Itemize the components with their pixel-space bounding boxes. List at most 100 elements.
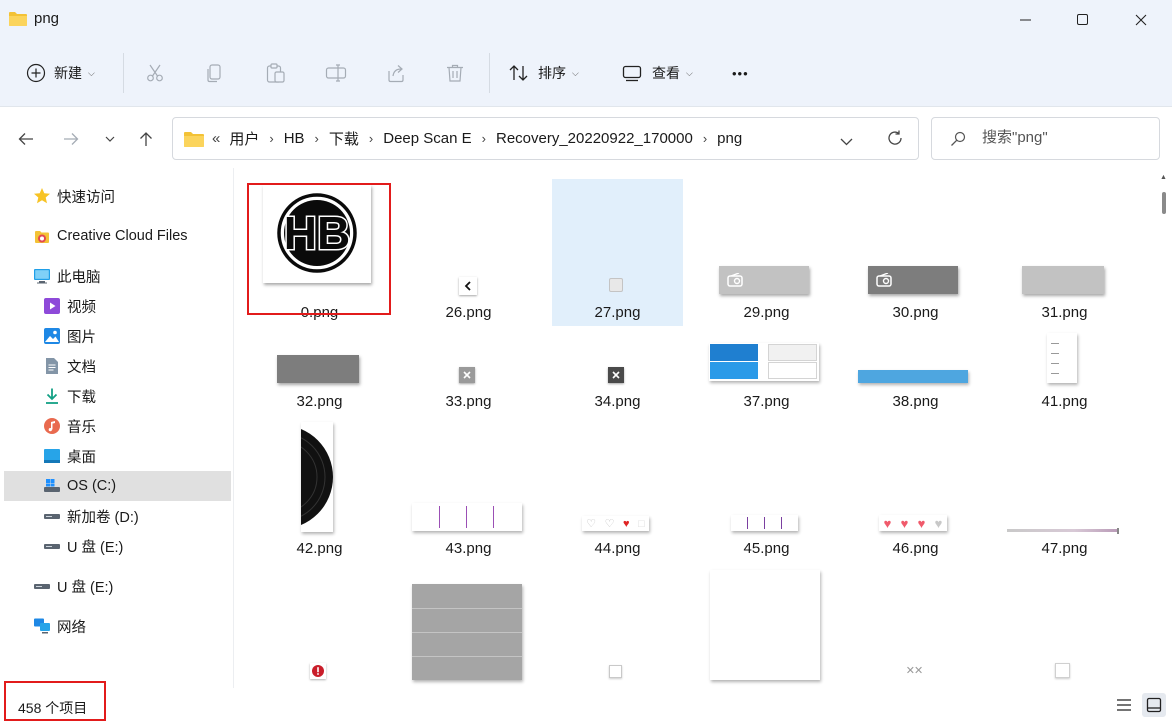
file-tile[interactable] (701, 566, 832, 688)
sidebar-item-videos[interactable]: 视频 (43, 291, 96, 321)
breadcrumb-item[interactable]: Deep Scan E (383, 130, 471, 147)
new-button[interactable]: 新建 ⌵ (26, 58, 95, 88)
sidebar-item-usb-e-root[interactable]: U 盘 (E:) (33, 571, 113, 601)
sidebar-item-downloads[interactable]: 下载 (43, 381, 96, 411)
large-icons-view-button[interactable] (1142, 693, 1166, 717)
cut-button[interactable] (145, 58, 165, 88)
chevron-down-icon (840, 138, 853, 146)
up-button[interactable] (132, 125, 160, 153)
file-tile[interactable]: 26.png (403, 179, 534, 321)
breadcrumb-item[interactable]: Recovery_20220922_170000 (496, 130, 693, 147)
rename-button[interactable] (325, 58, 347, 88)
sidebar-item-creative-cloud[interactable]: Creative Cloud Files (33, 221, 188, 251)
breadcrumb-item[interactable]: 用户 (229, 128, 259, 149)
file-tile[interactable]: 37.png (701, 328, 832, 418)
file-tile[interactable]: ♡ ♡ ♥ □ 44.png (552, 418, 683, 563)
sidebar-item-usb-e[interactable]: U 盘 (E:) (43, 531, 123, 561)
delete-button[interactable] (445, 58, 465, 88)
desktop-icon (43, 447, 61, 465)
share-button[interactable] (385, 58, 407, 88)
scrollbar-thumb[interactable] (1162, 192, 1166, 214)
file-tile[interactable]: 33.png (403, 328, 534, 418)
recent-locations-button[interactable] (96, 125, 124, 153)
more-options-button[interactable]: ••• (732, 58, 749, 88)
image-preview (1055, 663, 1070, 678)
minimize-button[interactable] (998, 0, 1054, 40)
chevron-right-icon[interactable]: › (269, 131, 273, 146)
plus-circle-icon (26, 63, 46, 83)
view-button[interactable]: 查看 ⌵ (622, 58, 693, 88)
file-name: 43.png (445, 540, 492, 557)
close-button[interactable] (1113, 0, 1169, 40)
image-preview (709, 343, 819, 381)
file-tile[interactable]: ✕✕ (850, 566, 981, 688)
breadcrumb-item[interactable]: png (717, 130, 742, 147)
copy-button[interactable] (205, 58, 225, 88)
file-name: 38.png (892, 393, 939, 410)
sidebar-item-os-c[interactable]: OS (C:) (4, 471, 231, 501)
breadcrumb-overflow[interactable]: « (212, 130, 220, 147)
file-tile[interactable]: 29.png (701, 179, 832, 321)
breadcrumb-item[interactable]: 下载 (329, 128, 359, 149)
file-tile[interactable] (552, 566, 683, 688)
file-tile[interactable]: 42.png (254, 418, 385, 563)
file-tile[interactable] (999, 566, 1130, 688)
search-box[interactable] (931, 117, 1160, 160)
vertical-scrollbar[interactable]: ▲ (1156, 168, 1172, 688)
chevron-right-icon[interactable]: › (315, 131, 319, 146)
title-bar: png (0, 0, 1172, 40)
sidebar-item-drive-d[interactable]: 新加卷 (D:) (43, 501, 139, 531)
file-tile[interactable]: 34.png (552, 328, 683, 418)
sidebar-item-label: 桌面 (67, 449, 96, 466)
sidebar-item-documents[interactable]: 文档 (43, 351, 96, 381)
sidebar-item-pictures[interactable]: 图片 (43, 321, 96, 351)
file-name: 44.png (594, 540, 641, 557)
back-button[interactable] (12, 125, 40, 153)
file-tile-selected[interactable]: 27.png (552, 179, 683, 326)
file-tile[interactable] (254, 566, 385, 688)
command-bar: 新建 ⌵ 排序 ⌵ 查看 ⌵ ••• (0, 40, 1172, 106)
file-name: 27.png (594, 304, 641, 321)
image-preview (858, 370, 968, 383)
usb-drive-icon (33, 577, 51, 595)
heart-icon: ♥ (900, 515, 909, 531)
paste-button[interactable] (265, 58, 287, 88)
address-bar[interactable]: « 用户 › HB › 下载 › Deep Scan E › Recovery_… (172, 117, 919, 160)
toolbar-divider (123, 53, 124, 93)
file-tile[interactable]: ♥ ♥ ♥ ♥ 46.png (850, 418, 981, 563)
file-tile[interactable]: 32.png (254, 328, 385, 418)
scroll-up-arrow-icon[interactable]: ▲ (1160, 174, 1167, 181)
search-input[interactable] (982, 129, 1152, 146)
forward-button[interactable] (57, 125, 85, 153)
close-icon (608, 367, 624, 383)
chevron-right-icon[interactable]: › (482, 131, 486, 146)
sidebar-item-label: 此电脑 (57, 269, 101, 286)
file-tile[interactable]: 31.png (999, 179, 1130, 321)
details-view-button[interactable] (1112, 693, 1136, 717)
file-tile[interactable]: 30.png (850, 179, 981, 321)
address-history-button[interactable] (840, 133, 853, 149)
file-tile[interactable]: 38.png (850, 328, 981, 418)
sidebar-item-network[interactable]: 网络 (33, 611, 86, 641)
file-tile[interactable]: 41.png (999, 328, 1130, 418)
refresh-button[interactable] (886, 129, 904, 150)
sidebar-item-quick-access[interactable]: 快速访问 (33, 181, 115, 211)
chevron-right-icon[interactable]: › (369, 131, 373, 146)
chevron-right-icon[interactable]: › (703, 131, 707, 146)
maximize-button[interactable] (1055, 0, 1111, 40)
sidebar-item-label: 网络 (57, 619, 86, 636)
arrow-left-icon (18, 133, 33, 145)
file-tile[interactable]: 45.png (701, 418, 832, 563)
file-tile[interactable] (403, 566, 534, 688)
image-preview (731, 515, 798, 531)
breadcrumb-item[interactable]: HB (284, 130, 305, 147)
trash-icon (447, 64, 463, 82)
file-name: 32.png (296, 393, 343, 410)
sidebar-item-desktop[interactable]: 桌面 (43, 441, 96, 471)
file-tile[interactable]: 43.png (403, 418, 534, 563)
sort-button[interactable]: 排序 ⌵ (508, 58, 579, 88)
sidebar-item-music[interactable]: 音乐 (43, 411, 96, 441)
file-tile[interactable]: 47.png (999, 418, 1130, 563)
heart-icon: ♥ (917, 515, 926, 531)
sidebar-item-this-pc[interactable]: 此电脑 (33, 261, 101, 291)
